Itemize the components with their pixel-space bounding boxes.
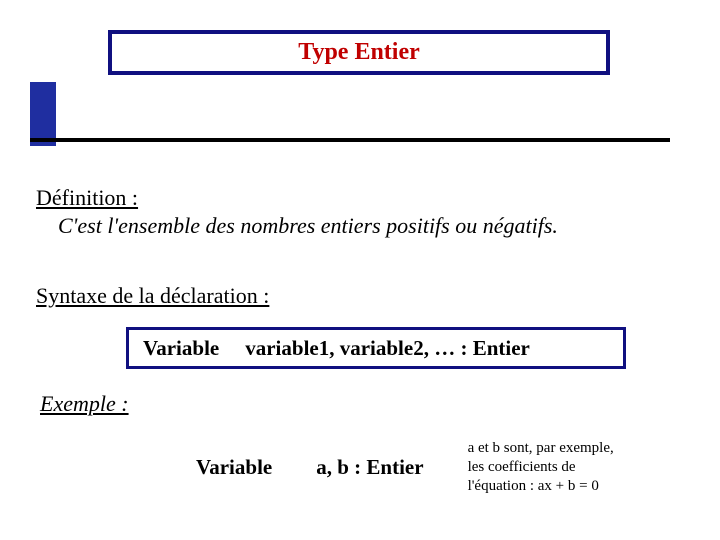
corner-horizontal-line [30, 138, 670, 142]
content-area: Définition : C'est l'ensemble des nombre… [36, 185, 696, 495]
definition-text: C'est l'ensemble des nombres entiers pos… [58, 213, 696, 239]
syntax-declaration: variable1, variable2, … : Entier [245, 336, 530, 361]
example-note: a et b sont, par exemple, les coefficien… [468, 439, 614, 495]
syntax-label: Syntaxe de la déclaration : [36, 283, 696, 309]
decorative-corner [30, 82, 90, 162]
example-note-line2: les coefficients de [468, 458, 614, 477]
syntax-keyword: Variable [143, 336, 219, 361]
example-label: Exemple : [40, 391, 696, 417]
example-note-line1: a et b sont, par exemple, [468, 439, 614, 458]
page-title: Type Entier [298, 39, 420, 66]
example-declaration: a, b : Entier [316, 455, 423, 480]
corner-vertical-bar [30, 82, 56, 146]
title-box: Type Entier [108, 30, 610, 75]
example-keyword: Variable [196, 455, 272, 480]
example-row: Variable a, b : Entier a et b sont, par … [196, 439, 696, 495]
definition-label: Définition : [36, 185, 696, 211]
syntax-box: Variable variable1, variable2, … : Entie… [126, 327, 626, 369]
example-note-line3: l'équation : ax + b = 0 [468, 477, 614, 496]
